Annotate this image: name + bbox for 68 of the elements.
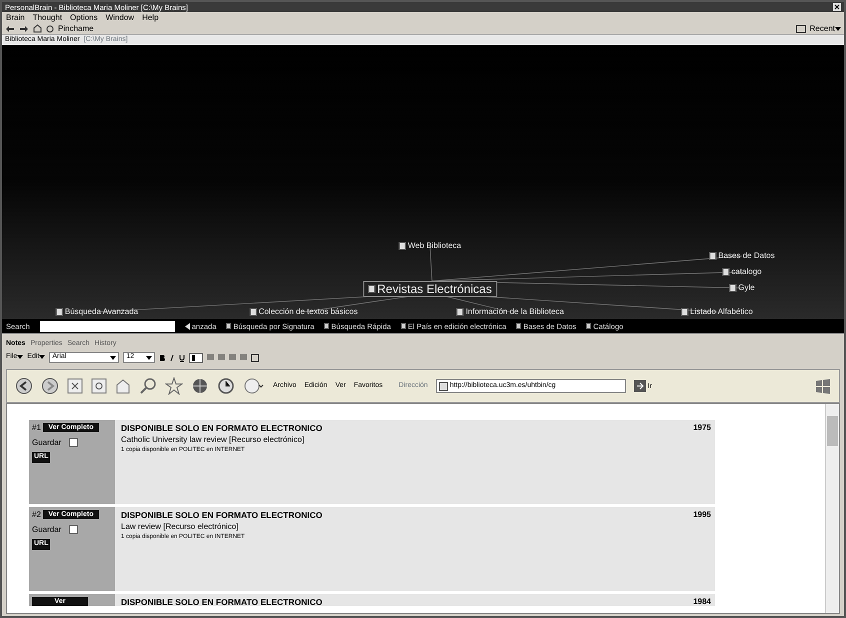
clock-icon[interactable] (217, 377, 235, 395)
thought-node[interactable]: Colección de textos básicos (250, 307, 358, 317)
bold-icon[interactable] (159, 354, 166, 362)
menu-item[interactable]: Thought (32, 12, 62, 22)
back-icon[interactable] (15, 377, 33, 395)
caret-icon[interactable] (17, 355, 24, 360)
record-number: #2 (32, 510, 41, 520)
align-icon[interactable] (229, 354, 236, 361)
caret-icon[interactable] (110, 356, 116, 360)
italic-icon[interactable] (169, 354, 176, 362)
windows-logo-icon[interactable] (815, 378, 831, 394)
thought-icon (516, 323, 522, 329)
record-year: 1984 (693, 597, 711, 606)
caret-icon[interactable] (835, 26, 841, 30)
home-icon[interactable] (33, 24, 42, 33)
save-checkbox[interactable] (69, 438, 78, 447)
menu-item[interactable]: Help (142, 12, 159, 22)
thought-node[interactable]: Web Biblioteca (398, 241, 462, 251)
text-color-icon[interactable] (189, 352, 204, 362)
stop-icon[interactable] (67, 378, 83, 394)
save-label: Guardar (32, 438, 62, 448)
thought-node[interactable]: Revistas Electrónicas (363, 281, 497, 298)
record-number: #1 (32, 423, 41, 433)
thought-node[interactable]: Gyle (729, 283, 755, 293)
menu-item[interactable]: Window (106, 12, 134, 22)
thought-node[interactable]: Información de la Biblioteca (456, 307, 564, 317)
thought-icon (586, 323, 592, 329)
align-icon[interactable] (207, 354, 214, 361)
thought-node[interactable]: Bases de Datos (709, 251, 775, 261)
thought-icon (400, 323, 406, 329)
record-year: 1975 (693, 423, 711, 433)
thought-node[interactable]: Búsqueda Avanzada (56, 307, 138, 317)
forward-icon[interactable] (19, 24, 29, 32)
thought-node[interactable]: catalogo (722, 267, 762, 277)
left-arrow-icon[interactable] (184, 322, 190, 330)
record-year: 1995 (693, 510, 711, 520)
recent-button[interactable]: Recent (810, 24, 841, 34)
caret-icon[interactable] (146, 356, 152, 360)
home-icon[interactable] (115, 378, 131, 394)
thought-node[interactable]: Listado Alfabético (681, 307, 753, 317)
menu-item[interactable]: Options (70, 12, 98, 22)
scrollbar[interactable] (825, 404, 839, 613)
thought-icon (226, 323, 232, 329)
save-checkbox[interactable] (69, 524, 78, 534)
search-icon[interactable] (139, 377, 157, 395)
table-icon[interactable] (251, 354, 260, 362)
menu-item[interactable]: Brain (6, 12, 25, 22)
thought-icon (324, 323, 330, 329)
availability-heading: DISPONIBLE SOLO EN FORMATO ELECTRONICO (121, 597, 322, 606)
star-icon[interactable] (165, 377, 183, 395)
forward-icon[interactable] (41, 377, 59, 395)
caret-icon[interactable] (39, 355, 46, 360)
availability-heading: DISPONIBLE SOLO EN FORMATO ELECTRONICO (121, 510, 322, 520)
align-icon[interactable] (240, 354, 248, 361)
save-label: Guardar (32, 524, 62, 534)
page-icon[interactable] (438, 382, 448, 390)
go-arrow-icon[interactable] (634, 380, 646, 392)
record-title: Law review [Recurso electrónico] (121, 522, 238, 532)
search-field[interactable] (40, 320, 175, 332)
availability-heading: DISPONIBLE SOLO EN FORMATO ELECTRONICO (121, 423, 322, 434)
record-title: Catholic University law review [Recurso electrónico] (121, 435, 304, 445)
window-icon[interactable] (796, 24, 806, 32)
globe-icon[interactable] (191, 377, 209, 395)
close-icon[interactable] (833, 3, 841, 11)
back-icon[interactable] (5, 24, 15, 32)
align-icon[interactable] (218, 354, 226, 361)
underline-icon[interactable] (179, 354, 186, 362)
pin-button[interactable]: Pinchame (58, 24, 94, 34)
